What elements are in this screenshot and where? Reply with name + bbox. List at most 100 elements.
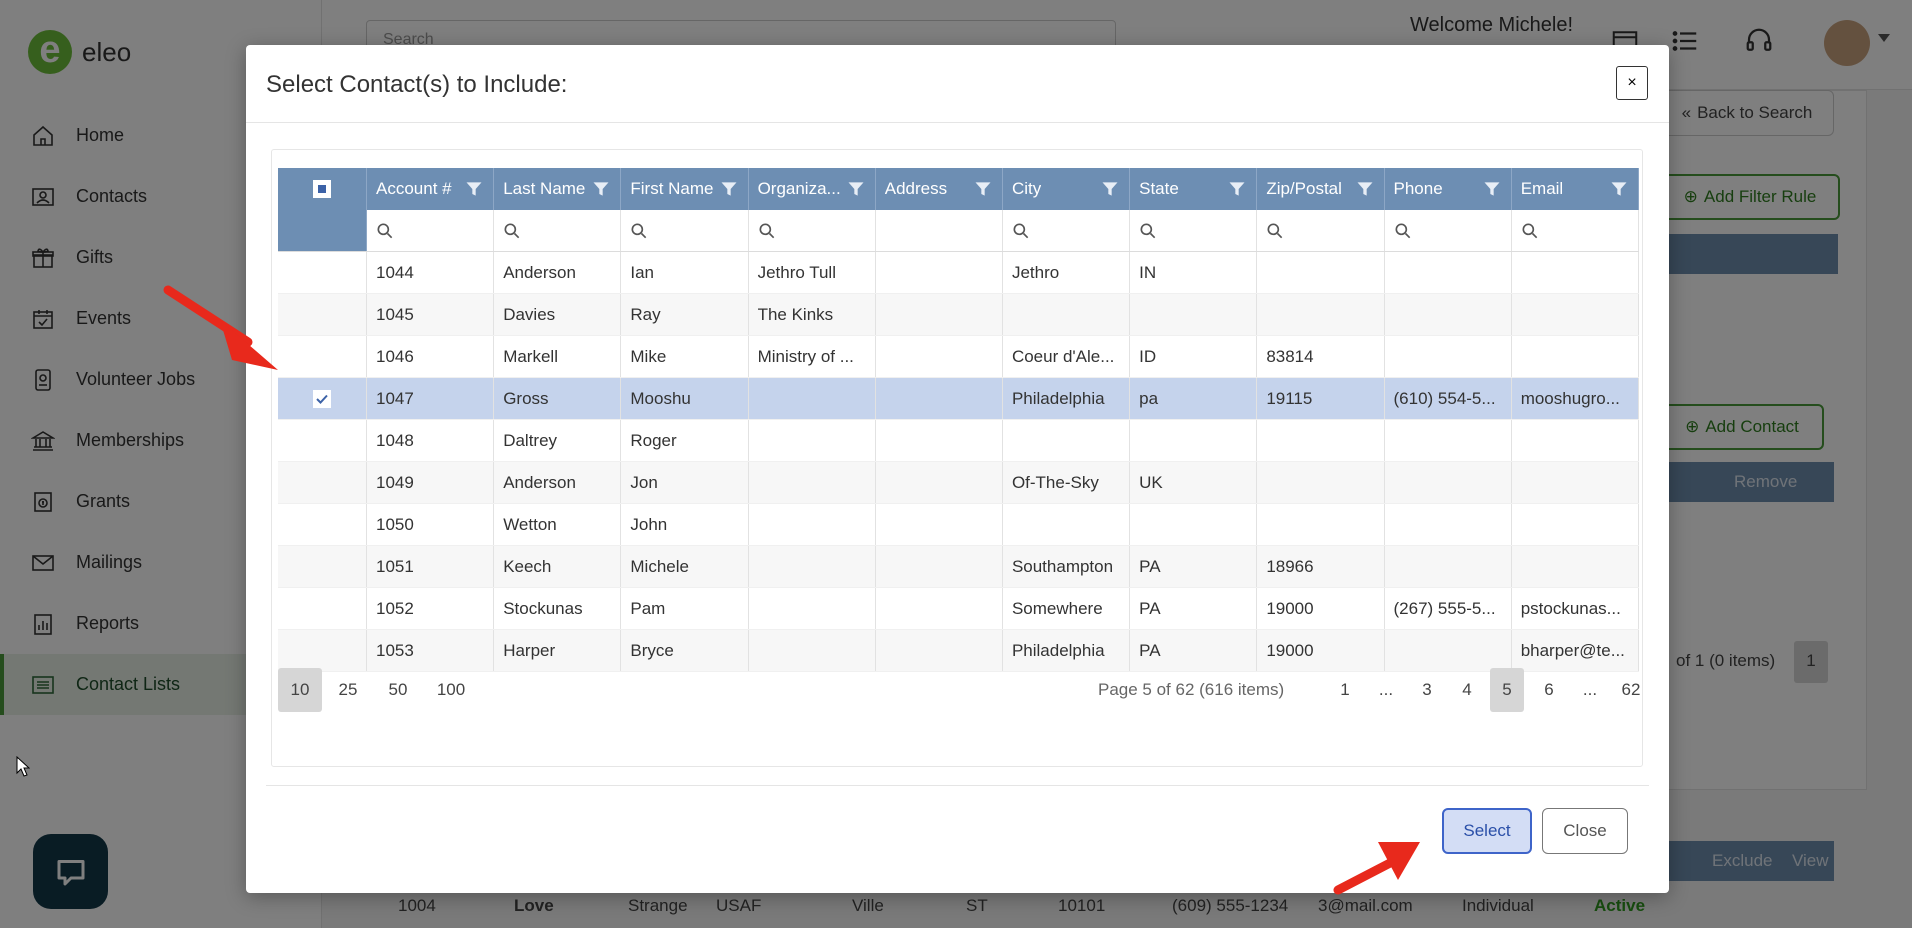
column-header-label: Zip/Postal: [1266, 179, 1342, 198]
cell-city: Southampton: [1003, 546, 1131, 587]
cell-email: mooshugro...: [1512, 378, 1639, 419]
page-ellipsis[interactable]: ...: [1570, 668, 1610, 712]
filter-input-state[interactable]: [1130, 210, 1258, 251]
row-checkbox[interactable]: [278, 294, 367, 335]
cell-organization: [749, 462, 876, 503]
filter-icon[interactable]: [1100, 179, 1120, 199]
filter-icon[interactable]: [846, 179, 866, 199]
column-header-state[interactable]: State: [1130, 168, 1258, 210]
close-icon[interactable]: ×: [1616, 66, 1648, 100]
cell-state: [1130, 420, 1258, 461]
table-row[interactable]: 1044 Anderson Ian Jethro Tull Jethro IN: [278, 252, 1639, 294]
cell-address: [876, 420, 1003, 461]
table-row[interactable]: 1052 Stockunas Pam Somewhere PA 19000 (267) 55…: [278, 588, 1639, 630]
row-checkbox[interactable]: [278, 504, 367, 545]
page-button-4[interactable]: 4: [1450, 668, 1484, 712]
filter-icon[interactable]: [464, 179, 484, 199]
table-row[interactable]: 1048 Daltrey Roger: [278, 420, 1639, 462]
filter-input-zip[interactable]: [1257, 210, 1385, 251]
page-size-50[interactable]: 50: [378, 668, 418, 712]
cell-organization: [749, 588, 876, 629]
filter-input-first-name[interactable]: [621, 210, 749, 251]
column-header-address[interactable]: Address: [876, 168, 1003, 210]
table-row[interactable]: 1047 Gross Mooshu Philadelphia pa 19115 (610) …: [278, 378, 1639, 420]
cell-address: [876, 378, 1003, 419]
row-checkbox[interactable]: [278, 252, 367, 293]
page-button-62[interactable]: 62: [1614, 668, 1648, 712]
filter-input-city[interactable]: [1003, 210, 1131, 251]
select-button[interactable]: Select: [1442, 808, 1532, 854]
cell-phone: [1385, 420, 1512, 461]
filter-icon[interactable]: [1609, 179, 1629, 199]
cell-first-name: John: [621, 504, 749, 545]
filter-icon[interactable]: [1482, 179, 1502, 199]
search-icon: [631, 223, 647, 238]
page-size-25[interactable]: 25: [328, 668, 368, 712]
table-row[interactable]: 1049 Anderson Jon Of-The-Sky UK: [278, 462, 1639, 504]
column-header-label: First Name: [630, 179, 714, 198]
cell-zip: 19000: [1257, 588, 1385, 629]
row-checkbox[interactable]: [278, 462, 367, 503]
cell-state: IN: [1130, 252, 1258, 293]
row-checkbox[interactable]: [278, 420, 367, 461]
column-header-first-name[interactable]: First Name: [621, 168, 749, 210]
cell-address: [876, 462, 1003, 503]
cell-city: Philadelphia: [1003, 378, 1131, 419]
cell-zip: 19115: [1257, 378, 1385, 419]
grid-body: 1044 Anderson Ian Jethro Tull Jethro IN 1045 Da…: [278, 252, 1639, 672]
cell-account: 1049: [367, 462, 495, 503]
filter-input-email[interactable]: [1512, 210, 1639, 251]
column-header-account[interactable]: Account #: [367, 168, 495, 210]
row-checkbox[interactable]: [278, 336, 367, 377]
table-row[interactable]: 1045 Davies Ray The Kinks: [278, 294, 1639, 336]
close-button[interactable]: Close: [1542, 808, 1628, 854]
page-button-6[interactable]: 6: [1532, 668, 1566, 712]
filter-input-last-name[interactable]: [494, 210, 622, 251]
page-size-100[interactable]: 100: [426, 668, 476, 712]
row-checkbox[interactable]: [278, 378, 367, 419]
filter-icon[interactable]: [1355, 179, 1375, 199]
row-checkbox[interactable]: [278, 630, 367, 671]
column-header-email[interactable]: Email: [1512, 168, 1639, 210]
column-header-last-name[interactable]: Last Name: [494, 168, 622, 210]
table-row[interactable]: 1053 Harper Bryce Philadelphia PA 19000 bharpe…: [278, 630, 1639, 672]
row-checkbox[interactable]: [278, 546, 367, 587]
page-button-3[interactable]: 3: [1410, 668, 1444, 712]
check-icon: [313, 389, 331, 408]
page-size-10[interactable]: 10: [278, 668, 322, 712]
cell-zip: 18966: [1257, 546, 1385, 587]
cell-email: [1512, 504, 1639, 545]
column-header-phone[interactable]: Phone: [1385, 168, 1512, 210]
column-header-zip[interactable]: Zip/Postal: [1257, 168, 1385, 210]
cell-account: 1044: [367, 252, 495, 293]
row-checkbox[interactable]: [278, 588, 367, 629]
column-header-label: Phone: [1393, 179, 1443, 198]
page-button-5[interactable]: 5: [1490, 668, 1524, 712]
cell-first-name: Ian: [621, 252, 749, 293]
filter-icon[interactable]: [719, 179, 739, 199]
cell-email: [1512, 546, 1639, 587]
page-ellipsis[interactable]: ...: [1366, 668, 1406, 712]
table-row[interactable]: 1050 Wetton John: [278, 504, 1639, 546]
filter-icon[interactable]: [1227, 179, 1247, 199]
table-row[interactable]: 1046 Markell Mike Ministry of ... Coeur d'Al…: [278, 336, 1639, 378]
filter-input-organization[interactable]: [749, 210, 876, 251]
cell-email: pstockunas...: [1512, 588, 1639, 629]
cell-address: [876, 294, 1003, 335]
filter-input-address[interactable]: [876, 210, 1003, 251]
cell-first-name: Mike: [621, 336, 749, 377]
filter-icon[interactable]: [973, 179, 993, 199]
table-row[interactable]: 1051 Keech Michele Southampton PA 18966: [278, 546, 1639, 588]
column-header-organization[interactable]: Organiza...: [749, 168, 876, 210]
cell-address: [876, 546, 1003, 587]
column-header-city[interactable]: City: [1003, 168, 1131, 210]
filter-icon[interactable]: [591, 179, 611, 199]
page-button-1[interactable]: 1: [1328, 668, 1362, 712]
cell-account: 1047: [367, 378, 495, 419]
cell-city: [1003, 504, 1131, 545]
cell-organization: Ministry of ...: [749, 336, 876, 377]
filter-input-phone[interactable]: [1385, 210, 1512, 251]
filter-input-account[interactable]: [367, 210, 495, 251]
select-all-checkbox[interactable]: [278, 168, 367, 210]
cell-state: PA: [1130, 630, 1258, 671]
